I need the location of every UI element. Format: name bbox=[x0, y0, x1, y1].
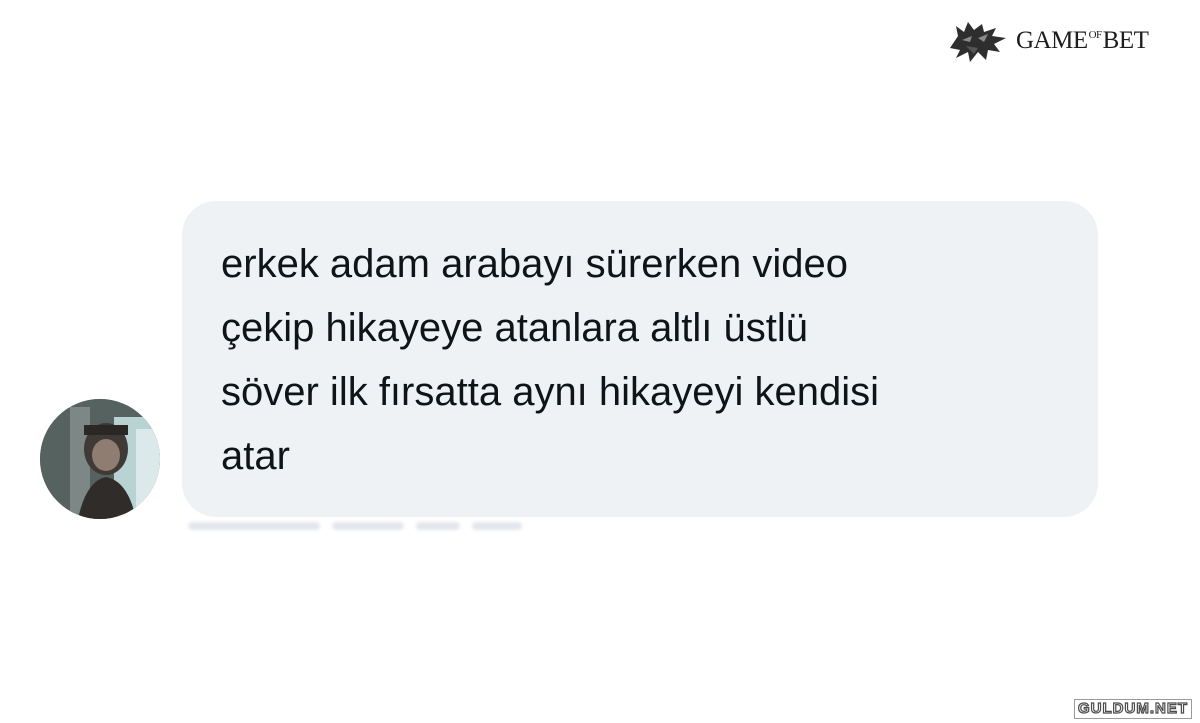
brand-wordmark: GAME OF BET bbox=[1016, 27, 1149, 55]
gameofbet-logo: GAME OF BET bbox=[948, 18, 1149, 64]
message-text: erkek adam arabayı sürerken video çekip … bbox=[221, 242, 880, 478]
blurred-timestamp bbox=[188, 522, 522, 530]
wolf-head-icon bbox=[950, 22, 1006, 62]
user-avatar-photo bbox=[40, 399, 160, 519]
brand-of: OF bbox=[1088, 29, 1103, 41]
avatar[interactable] bbox=[40, 399, 160, 519]
brand-suffix: BET bbox=[1102, 27, 1149, 54]
watermark: GULDUM.NET bbox=[1074, 699, 1192, 719]
brand-prefix: GAME bbox=[1016, 27, 1088, 54]
